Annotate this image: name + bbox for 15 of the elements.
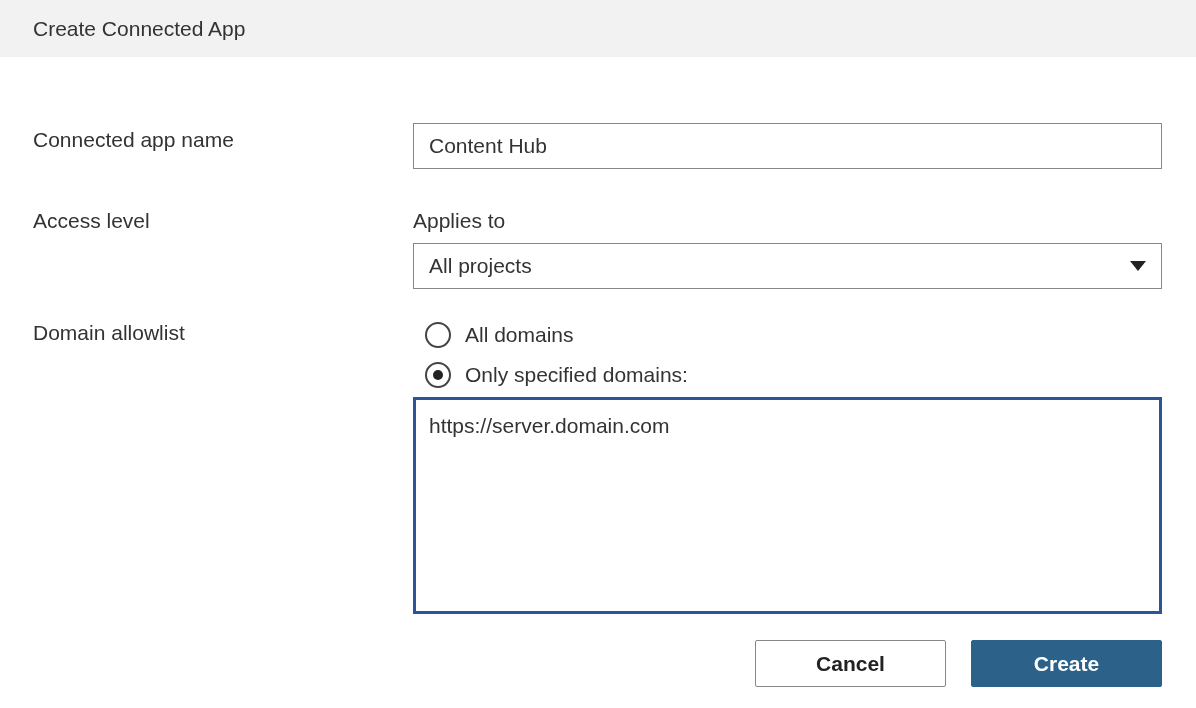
field-label: Domain allowlist [33,320,186,345]
cancel-button[interactable]: Cancel [755,640,946,687]
input-field[interactable]: Content Hub [413,123,1162,169]
create-button[interactable]: Create [971,640,1162,687]
field-caption: Applies to [413,209,507,233]
caret-icon [1130,261,1146,271]
field-label: Access level [33,209,151,233]
radio-button[interactable] [425,362,451,388]
dropdown-field[interactable]: All projects [413,243,1162,289]
text-area[interactable]: https://server.domain.com [413,397,1162,614]
radio-button[interactable] [425,322,451,348]
field-label: Connected app name [33,127,235,152]
radio-label[interactable]: All domains [465,323,574,347]
dialog-title: Create Connected App [33,16,246,41]
radio-label[interactable]: Only specified domains: [465,363,688,387]
